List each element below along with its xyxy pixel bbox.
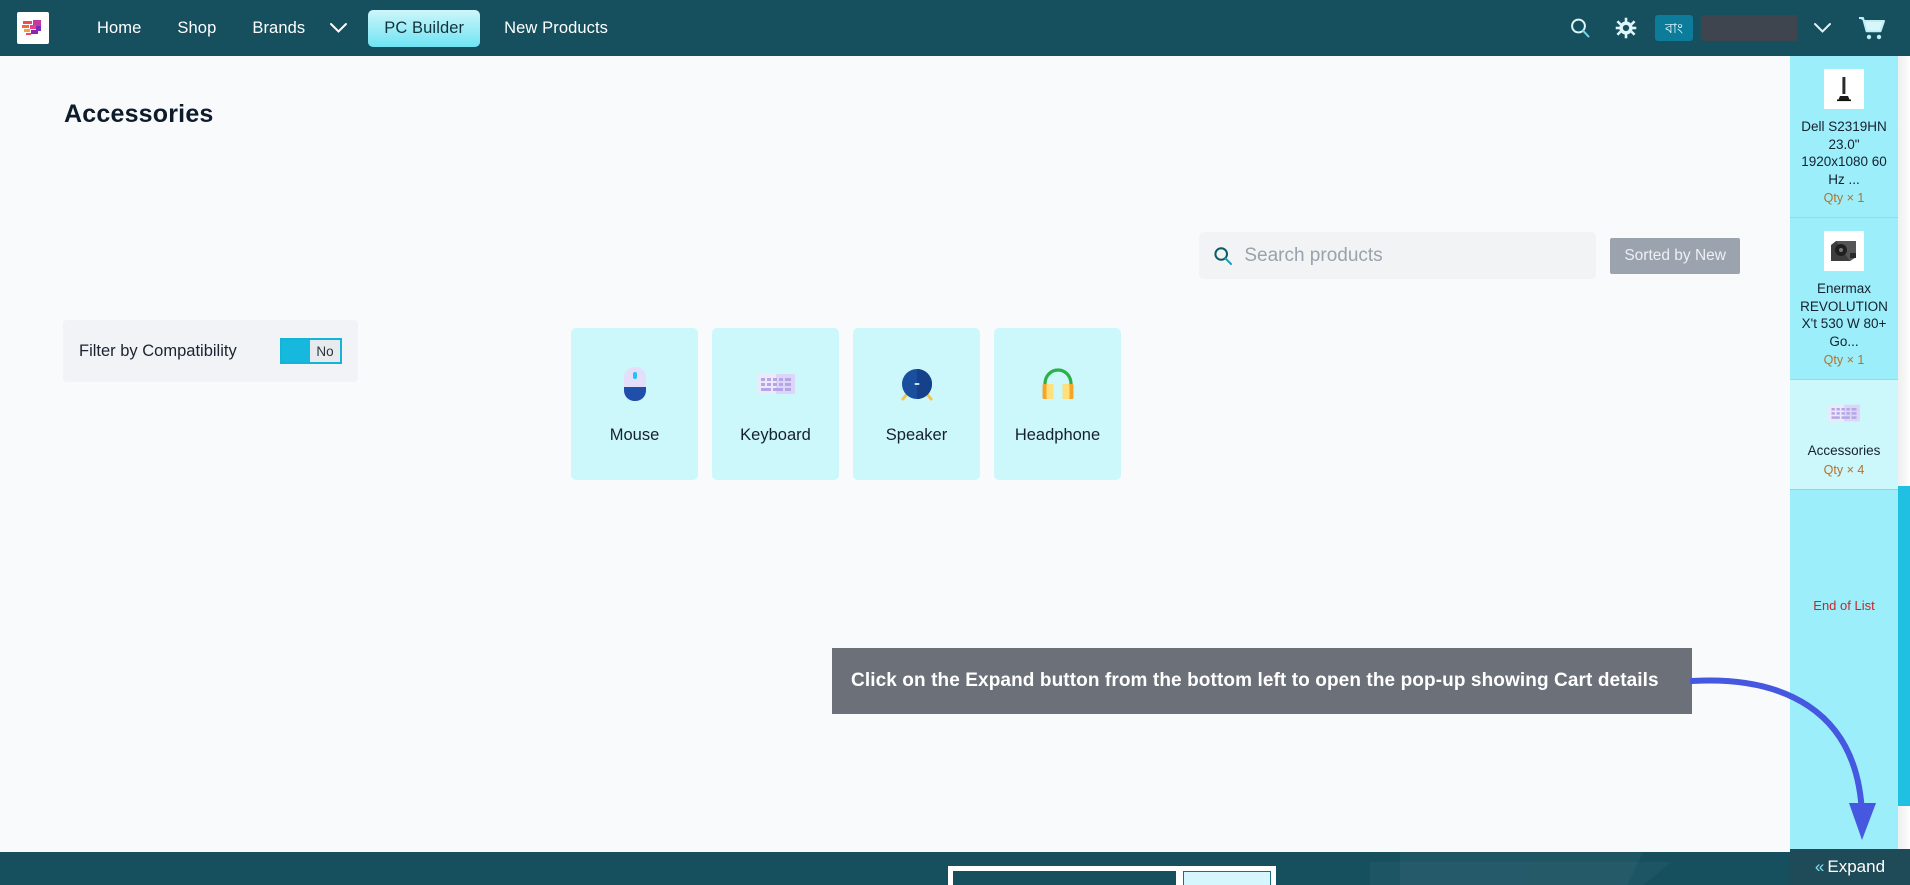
expand-button-label: Expand [1827, 857, 1886, 876]
power-supply-thumbnail [1824, 231, 1864, 271]
gear-glyph [1615, 17, 1637, 39]
filter-label: Filter by Compatibility [79, 341, 237, 360]
navbar-right-group: বাং [1557, 10, 1910, 47]
page-title: Accessories [64, 100, 214, 128]
category-label: Speaker [885, 425, 948, 444]
compatibility-toggle[interactable]: No [280, 338, 342, 364]
nav-link-pc-builder[interactable]: PC Builder [368, 9, 481, 47]
footer-decoration-shape-2 [1370, 862, 1730, 885]
account-chevron-glyph [1814, 23, 1831, 33]
site-footer: Quick Links About Us Policies Privacy Po… [0, 852, 1790, 885]
end-of-list-label: End of List [1813, 597, 1875, 613]
category-card-speaker[interactable]: Speaker [853, 328, 980, 480]
nav-links: Home Shop Brands PC Builder New Products [79, 9, 626, 47]
cart-item-name: Dell S2319HN 23.0" 1920x1080 60 Hz ... [1801, 119, 1887, 187]
category-label: Mouse [609, 425, 660, 444]
headphone-icon [1038, 364, 1078, 404]
chevron-double-left-icon: « [1814, 857, 1825, 876]
speaker-icon [897, 364, 937, 404]
nav-link-new-products[interactable]: New Products [486, 11, 626, 46]
cart-scrollbar-thumb[interactable] [1898, 486, 1910, 806]
guidance-tooltip: Click on the Expand button from the bott… [832, 648, 1692, 714]
cart-item-list: Dell S2319HN 23.0" 1920x1080 60 Hz ... Q… [1790, 56, 1898, 849]
newsletter-signup [948, 866, 1276, 885]
category-card-headphone[interactable]: Headphone [994, 328, 1121, 480]
category-card-mouse[interactable]: Mouse [571, 328, 698, 480]
cart-icon[interactable] [1844, 10, 1894, 47]
category-label: Headphone [1014, 425, 1101, 444]
cart-item[interactable]: Dell S2319HN 23.0" 1920x1080 60 Hz ... Q… [1790, 56, 1898, 218]
account-name-chip[interactable] [1701, 15, 1797, 41]
headphone-glyph [1042, 367, 1073, 399]
filter-panel: Filter by Compatibility No [63, 320, 358, 382]
sort-button[interactable]: Sorted by New [1610, 237, 1740, 274]
gear-icon[interactable] [1603, 11, 1649, 45]
mouse-icon [615, 364, 655, 404]
cart-item[interactable]: Accessories Qty × 4 [1790, 380, 1898, 490]
logo-icon [22, 20, 41, 35]
category-label: Keyboard [740, 425, 811, 444]
site-logo[interactable] [17, 12, 49, 44]
cart-item-name: Accessories [1807, 443, 1881, 458]
psu-thumb-glyph [1828, 237, 1860, 265]
cart-item-qty: Qty × 1 [1823, 353, 1865, 367]
keyboard-thumb-glyph [1828, 404, 1860, 422]
toggle-knob [282, 340, 310, 362]
nav-link-shop[interactable]: Shop [159, 11, 234, 46]
newsletter-subscribe-button[interactable] [1183, 871, 1271, 885]
search-icon [1214, 246, 1233, 265]
toggle-value: No [316, 343, 334, 359]
newsletter-email-input[interactable] [953, 871, 1176, 885]
mouse-glyph [623, 366, 646, 401]
search-icon[interactable] [1557, 11, 1603, 45]
keyboard-glyph [756, 373, 795, 394]
cart-item-qty: Qty × 4 [1823, 462, 1865, 477]
nav-link-home[interactable]: Home [79, 11, 159, 46]
cart-item-qty: Qty × 1 [1823, 191, 1865, 205]
cart-item-name: Enermax REVOLUTION X't 530 W 80+ Go... [1800, 281, 1888, 349]
chevron-down-glyph [330, 23, 348, 33]
speaker-glyph [901, 368, 932, 400]
search-input-placeholder[interactable]: Search products [1244, 245, 1382, 267]
category-grid: Mouse Keyboard Speaker Headphone [571, 328, 1121, 480]
nav-link-brands[interactable]: Brands [234, 11, 323, 46]
keyboard-icon [1824, 393, 1864, 433]
monitor-thumbnail [1824, 69, 1864, 109]
search-sort-row: Search products Sorted by New [1199, 232, 1740, 279]
language-toggle-button[interactable]: বাং [1655, 15, 1693, 41]
top-navbar: Home Shop Brands PC Builder New Products [0, 0, 1910, 56]
category-card-keyboard[interactable]: Keyboard [712, 328, 839, 480]
monitor-thumb-glyph [1829, 74, 1859, 104]
cart-sidebar: Dell S2319HN 23.0" 1920x1080 60 Hz ... Q… [1790, 56, 1910, 885]
search-glyph [1571, 18, 1590, 38]
account-chevron-down-icon[interactable] [1801, 16, 1844, 40]
cart-item[interactable]: Enermax REVOLUTION X't 530 W 80+ Go... Q… [1790, 218, 1898, 380]
chevron-down-icon[interactable] [323, 14, 362, 42]
app-root: Home Shop Brands PC Builder New Products [0, 0, 1910, 885]
cart-scrollbar-track[interactable] [1898, 56, 1910, 849]
keyboard-icon [756, 364, 796, 404]
search-box[interactable]: Search products [1199, 232, 1597, 279]
expand-button[interactable]: « Expand [1790, 849, 1910, 885]
cart-glyph [1859, 16, 1885, 39]
